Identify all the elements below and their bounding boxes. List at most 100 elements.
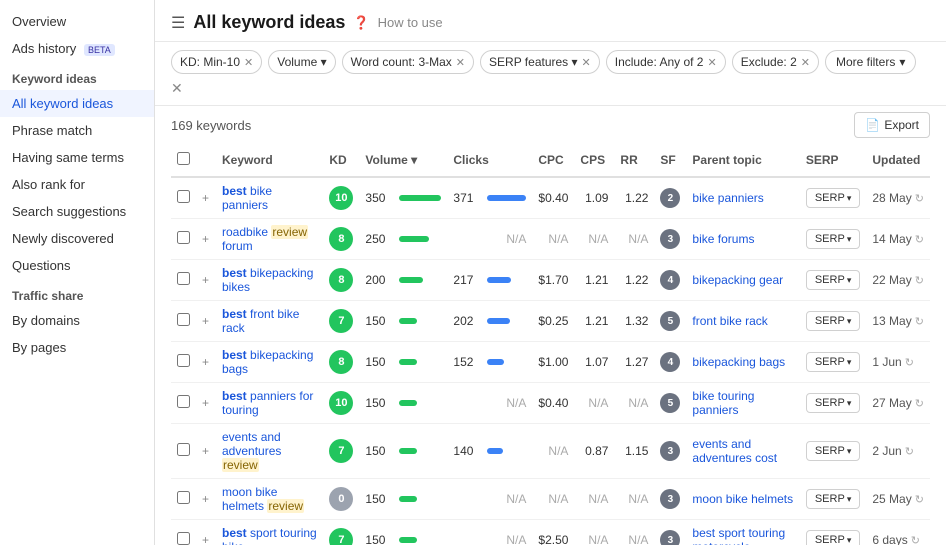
- select-all-checkbox[interactable]: [177, 152, 190, 165]
- row-add-cell[interactable]: +: [196, 301, 216, 342]
- row-serp-cell: SERP ▾: [800, 383, 867, 424]
- row-add-cell[interactable]: +: [196, 219, 216, 260]
- serp-button[interactable]: SERP ▾: [806, 270, 861, 290]
- sidebar-item-ads-history[interactable]: Ads history BETA: [0, 35, 154, 62]
- th-volume[interactable]: Volume ▾: [359, 144, 447, 177]
- parent-topic-link[interactable]: best sport touring motorcycle: [692, 526, 785, 545]
- keyword-link[interactable]: best bike panniers: [222, 184, 272, 212]
- sidebar-item-questions[interactable]: Questions: [0, 252, 154, 279]
- row-add-cell[interactable]: +: [196, 383, 216, 424]
- by-domains-label: By domains: [12, 313, 80, 328]
- row-cpc-cell: $1.70: [532, 260, 574, 301]
- keyword-link[interactable]: moon bike helmets review: [222, 485, 304, 513]
- filter-serp-features[interactable]: SERP features ▾ ✕: [480, 50, 600, 74]
- sidebar-item-by-pages[interactable]: By pages: [0, 334, 154, 361]
- sidebar-item-by-domains[interactable]: By domains: [0, 307, 154, 334]
- filters-bar: KD: Min-10 ✕ Volume ▾ Word count: 3-Max …: [155, 42, 946, 106]
- filter-exclude[interactable]: Exclude: 2 ✕: [732, 50, 819, 74]
- filter-kd-close[interactable]: ✕: [244, 56, 253, 69]
- sidebar-item-all-keyword-ideas[interactable]: All keyword ideas: [0, 90, 154, 117]
- parent-topic-link[interactable]: events and adventures cost: [692, 437, 777, 465]
- row-updated-cell: 2 Jun ↻: [866, 424, 930, 479]
- serp-button[interactable]: SERP ▾: [806, 489, 861, 509]
- refresh-icon[interactable]: ↻: [912, 494, 924, 506]
- sidebar-item-having-same-terms[interactable]: Having same terms: [0, 144, 154, 171]
- filter-serp-features-close[interactable]: ✕: [582, 56, 591, 69]
- keyword-link[interactable]: roadbike review forum: [222, 225, 308, 253]
- serp-button[interactable]: SERP ▾: [806, 441, 861, 461]
- filter-volume[interactable]: Volume ▾: [268, 50, 335, 74]
- row-checkbox-cell: [171, 383, 196, 424]
- row-add-cell[interactable]: +: [196, 260, 216, 301]
- parent-topic-link[interactable]: bikepacking gear: [692, 273, 783, 287]
- serp-button[interactable]: SERP ▾: [806, 311, 861, 331]
- refresh-icon[interactable]: ↻: [912, 275, 924, 287]
- row-add-cell[interactable]: +: [196, 479, 216, 520]
- th-updated: Updated: [866, 144, 930, 177]
- parent-topic-link[interactable]: moon bike helmets: [692, 492, 793, 506]
- how-to-link[interactable]: How to use: [378, 15, 443, 30]
- parent-topic-link[interactable]: front bike rack: [692, 314, 767, 328]
- sidebar-item-overview[interactable]: Overview: [0, 8, 154, 35]
- refresh-icon[interactable]: ↻: [912, 234, 924, 246]
- row-checkbox[interactable]: [177, 354, 190, 367]
- row-keyword-cell: events and adventures review: [216, 424, 323, 479]
- filter-include-close[interactable]: ✕: [707, 56, 716, 69]
- filter-include[interactable]: Include: Any of 2 ✕: [606, 50, 726, 74]
- keyword-link[interactable]: events and adventures review: [222, 430, 281, 472]
- row-parent-topic-cell: bike touring panniers: [686, 383, 799, 424]
- refresh-icon[interactable]: ↻: [908, 535, 920, 545]
- filter-exclude-close[interactable]: ✕: [801, 56, 810, 69]
- keyword-link[interactable]: best panniers for touring: [222, 389, 313, 417]
- serp-button[interactable]: SERP ▾: [806, 352, 861, 372]
- sidebar-item-search-suggestions[interactable]: Search suggestions: [0, 198, 154, 225]
- refresh-icon[interactable]: ↻: [912, 193, 924, 205]
- serp-button[interactable]: SERP ▾: [806, 229, 861, 249]
- export-button[interactable]: 📄 Export: [854, 112, 930, 138]
- keyword-link[interactable]: best bikepacking bikes: [222, 266, 313, 294]
- th-sf: SF: [654, 144, 686, 177]
- row-checkbox[interactable]: [177, 532, 190, 545]
- row-add-cell[interactable]: +: [196, 342, 216, 383]
- row-add-cell[interactable]: +: [196, 177, 216, 219]
- row-add-cell[interactable]: +: [196, 424, 216, 479]
- clear-filters-button[interactable]: ✕: [171, 80, 183, 97]
- parent-topic-link[interactable]: bikepacking bags: [692, 355, 785, 369]
- keyword-link[interactable]: best front bike rack: [222, 307, 299, 335]
- parent-topic-link[interactable]: bike forums: [692, 232, 754, 246]
- refresh-icon[interactable]: ↻: [912, 398, 924, 410]
- filter-word-count[interactable]: Word count: 3-Max ✕: [342, 50, 474, 74]
- row-checkbox[interactable]: [177, 395, 190, 408]
- keywords-bar: 169 keywords 📄 Export: [155, 106, 946, 144]
- sidebar-item-also-rank-for[interactable]: Also rank for: [0, 171, 154, 198]
- parent-topic-link[interactable]: bike touring panniers: [692, 389, 754, 417]
- keyword-section-label: Keyword ideas: [12, 72, 97, 86]
- refresh-icon[interactable]: ↻: [902, 446, 914, 458]
- sidebar-item-phrase-match[interactable]: Phrase match: [0, 117, 154, 144]
- row-checkbox[interactable]: [177, 491, 190, 504]
- row-checkbox[interactable]: [177, 231, 190, 244]
- row-checkbox[interactable]: [177, 190, 190, 203]
- help-icon[interactable]: ❓: [353, 15, 369, 31]
- hamburger-icon[interactable]: ☰: [171, 13, 185, 33]
- keyword-link[interactable]: best bikepacking bags: [222, 348, 313, 376]
- row-checkbox[interactable]: [177, 313, 190, 326]
- filter-word-count-close[interactable]: ✕: [456, 56, 465, 69]
- serp-button[interactable]: SERP ▾: [806, 530, 861, 545]
- serp-button[interactable]: SERP ▾: [806, 188, 861, 208]
- filter-kd[interactable]: KD: Min-10 ✕: [171, 50, 262, 74]
- row-add-cell[interactable]: +: [196, 520, 216, 545]
- parent-topic-link[interactable]: bike panniers: [692, 191, 763, 205]
- row-checkbox[interactable]: [177, 443, 190, 456]
- row-parent-topic-cell: moon bike helmets: [686, 479, 799, 520]
- row-kd-cell: 8: [323, 342, 359, 383]
- sf-badge: 2: [660, 188, 680, 208]
- keyword-link[interactable]: best sport touring bike: [222, 526, 317, 545]
- refresh-icon[interactable]: ↻: [912, 316, 924, 328]
- row-clicks-cell: 202: [447, 301, 532, 342]
- row-checkbox[interactable]: [177, 272, 190, 285]
- serp-button[interactable]: SERP ▾: [806, 393, 861, 413]
- sidebar-item-newly-discovered[interactable]: Newly discovered: [0, 225, 154, 252]
- refresh-icon[interactable]: ↻: [902, 357, 914, 369]
- more-filters-button[interactable]: More filters ▾: [825, 50, 916, 74]
